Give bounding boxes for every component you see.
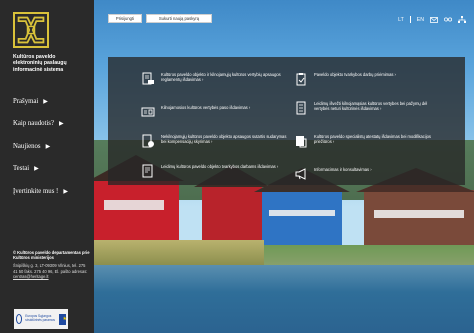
main-nav: Prašymai ▶ Kaip naudotis? ▶ Naujienos ▶ Tes… <box>13 90 91 203</box>
service-informavimas[interactable]: Informacimas ir konsultavimas › <box>293 166 443 181</box>
house-center-red <box>202 185 262 247</box>
nav-item-ivertinkite[interactable]: Įvertinkite mus ! ▶ <box>13 180 91 203</box>
certificate-icon <box>140 104 155 119</box>
eu-funding-logo: Europos Sąjungos struktūrinės paramos <box>14 309 68 329</box>
nav-item-testai[interactable]: Testai ▶ <box>13 158 91 181</box>
blue-house <box>262 190 342 248</box>
megaphone-icon <box>293 166 308 181</box>
glasses-icon[interactable] <box>444 16 452 23</box>
lang-lt-link[interactable]: LT <box>398 17 404 23</box>
red-house <box>94 178 179 246</box>
permit-document-icon <box>140 163 155 178</box>
triangle-right-icon: ▶ <box>45 143 51 150</box>
footer-contact: © Kultūros paveldo departamentas prie Ku… <box>13 250 91 279</box>
contact-email-link[interactable]: centras@heritage.lt <box>13 274 91 279</box>
lagoon-water <box>94 265 474 333</box>
nav-item-naujienos[interactable]: Naujienos ▶ <box>13 135 91 158</box>
service-tvarkybos-priemimas[interactable]: Paveldo objekto tvarkybos darbų priėmima… <box>293 71 443 86</box>
mail-icon[interactable] <box>430 16 438 23</box>
service-vertybes-pasas[interactable]: Kilnojamosios kultūros vertybės paso išd… <box>140 104 290 119</box>
checklist-icon <box>293 100 308 115</box>
triangle-right-icon: ▶ <box>43 98 48 105</box>
register-button[interactable]: Sukurti naują paskyrą <box>146 14 212 23</box>
sitemap-icon[interactable] <box>458 16 466 23</box>
service-isvezimo-leidimai[interactable]: Leidimų išvežti kilnojamąsias kultūros v… <box>293 100 443 115</box>
eu-symbol-icon <box>16 314 23 324</box>
service-reglamentai[interactable]: Kultūros paveldo objekto ir kilnojamųjų … <box>140 71 290 86</box>
top-bar: Prisijungti Sukurti naują paskyrą LT EN <box>94 14 474 26</box>
top-bar-actions: LT EN <box>398 15 466 24</box>
service-tvarkybos-leidimai[interactable]: Leidimų kultūros paveldo objekto tvarkyb… <box>140 163 290 178</box>
document-stamp-icon <box>140 71 155 86</box>
login-button[interactable]: Prisijungti <box>108 14 142 23</box>
clipboard-check-icon <box>293 71 308 86</box>
shoreline <box>264 245 474 267</box>
nav-item-prasymai[interactable]: Prašymai ▶ <box>13 90 91 113</box>
reeds <box>94 240 264 265</box>
eu-flag-icon <box>58 313 68 325</box>
brand-title: Kultūros paveldo elektroninių paslaugų i… <box>13 54 67 73</box>
triangle-right-icon: ▶ <box>58 121 64 128</box>
coin-document-icon <box>140 133 155 148</box>
triangle-right-icon: ▶ <box>34 166 39 173</box>
archive-document-icon <box>293 133 308 148</box>
nav-item-kaip-naudotis[interactable]: Kaip naudotis? ▶ <box>13 113 91 136</box>
triangle-right-icon: ▶ <box>63 188 68 195</box>
sidebar: Kultūros paveldo elektroninių paslaugų i… <box>0 0 94 333</box>
service-apsaugos-sutartis[interactable]: Nekilnojamųjų kultūros paveldo objekto a… <box>140 133 290 148</box>
service-specialistu-atestatai[interactable]: Kultūros paveldo specialistų atestatų iš… <box>293 133 443 148</box>
site-logo[interactable] <box>13 12 49 48</box>
lang-en-link[interactable]: EN <box>417 17 424 23</box>
